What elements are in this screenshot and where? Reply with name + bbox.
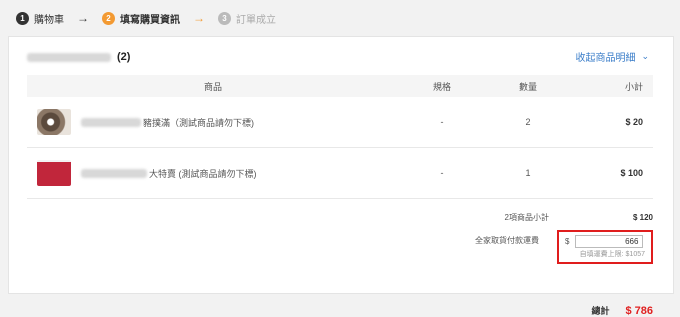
arrow-right-icon: → <box>77 11 89 25</box>
step-label: 填寫購買資訊 <box>120 14 180 26</box>
shipping-fee-limit-hint: 自填運費上限: $1057 <box>579 251 645 258</box>
product-qty: 2 <box>525 117 531 127</box>
collapse-label: 收起商品明細 <box>575 53 636 64</box>
order-card: (2) 收起商品明細 ⌄ 商品 規格 數量 小計 豬撲滿（測試商品請勿下標) -… <box>8 36 674 317</box>
step-label: 訂單成立 <box>236 14 276 26</box>
step-number: 2 <box>102 11 115 25</box>
header-qty: 數量 <box>518 81 537 92</box>
step-number: 1 <box>16 11 29 25</box>
grand-total-row: 總計 $ 786 <box>591 304 653 317</box>
step-label: 購物車 <box>34 14 64 26</box>
grand-total-label: 總計 <box>591 306 610 316</box>
table-header: 商品 規格 數量 小計 <box>27 75 653 97</box>
items-subtotal-label: 2項商品小計 <box>504 212 549 222</box>
step-number: 3 <box>218 11 231 25</box>
product-image[interactable] <box>37 109 71 135</box>
store-header: (2) <box>27 48 130 66</box>
shipping-row: 全家取貨付款運費 $ 666 自填運費上限: $1057 <box>475 230 653 264</box>
checkout-steps: 1 購物車 → 2 填寫購買資訊 → 3 訂單成立 <box>16 10 276 26</box>
product-subtotal: $ 20 <box>625 117 643 127</box>
grand-total-value: $ 786 <box>625 304 653 317</box>
blurred-product-prefix <box>81 117 141 127</box>
items-subtotal-row: 2項商品小計 $ 120 <box>353 210 653 224</box>
header-product: 商品 <box>203 81 222 92</box>
step-purchase-info: 2 填寫購買資訊 <box>102 11 180 26</box>
product-name-link[interactable]: 大特賣 (測試商品請勿下標) <box>149 167 257 180</box>
product-image[interactable] <box>37 160 71 186</box>
currency-symbol: $ <box>565 237 570 246</box>
items-subtotal-value: $ 120 <box>632 212 653 222</box>
shipping-fee-input[interactable]: 666 <box>575 235 644 248</box>
step-cart: 1 購物車 <box>16 11 64 26</box>
blurred-product-prefix <box>81 168 147 178</box>
header-spec: 規格 <box>432 81 451 92</box>
product-spec: - <box>440 117 444 127</box>
table-row: 大特賣 (測試商品請勿下標) - 1 $ 100 <box>27 148 653 199</box>
blurred-store-name <box>27 52 111 62</box>
step-order-complete: 3 訂單成立 <box>218 11 276 26</box>
chevron-down-icon: ⌄ <box>641 51 649 61</box>
product-qty: 1 <box>525 168 531 178</box>
table-row: 豬撲滿（測試商品請勿下標) - 2 $ 20 <box>27 97 653 148</box>
product-subtotal: $ 100 <box>620 168 643 178</box>
store-item-count: (2) <box>117 51 131 63</box>
product-spec: - <box>440 168 444 178</box>
shipping-label: 全家取貨付款運費 <box>475 236 539 245</box>
order-totals: 2項商品小計 $ 120 全家取貨付款運費 $ 666 自填運費上限: $105… <box>353 210 653 317</box>
product-table: 商品 規格 數量 小計 豬撲滿（測試商品請勿下標) - 2 $ 20 大特賣 (… <box>27 75 653 199</box>
header-subtotal: 小計 <box>624 81 643 92</box>
product-name-link[interactable]: 豬撲滿（測試商品請勿下標) <box>143 116 254 129</box>
shipping-highlight-box: $ 666 自填運費上限: $1057 <box>557 230 653 264</box>
collapse-details-button[interactable]: 收起商品明細 ⌄ <box>575 49 649 64</box>
arrow-right-icon: → <box>193 11 205 25</box>
